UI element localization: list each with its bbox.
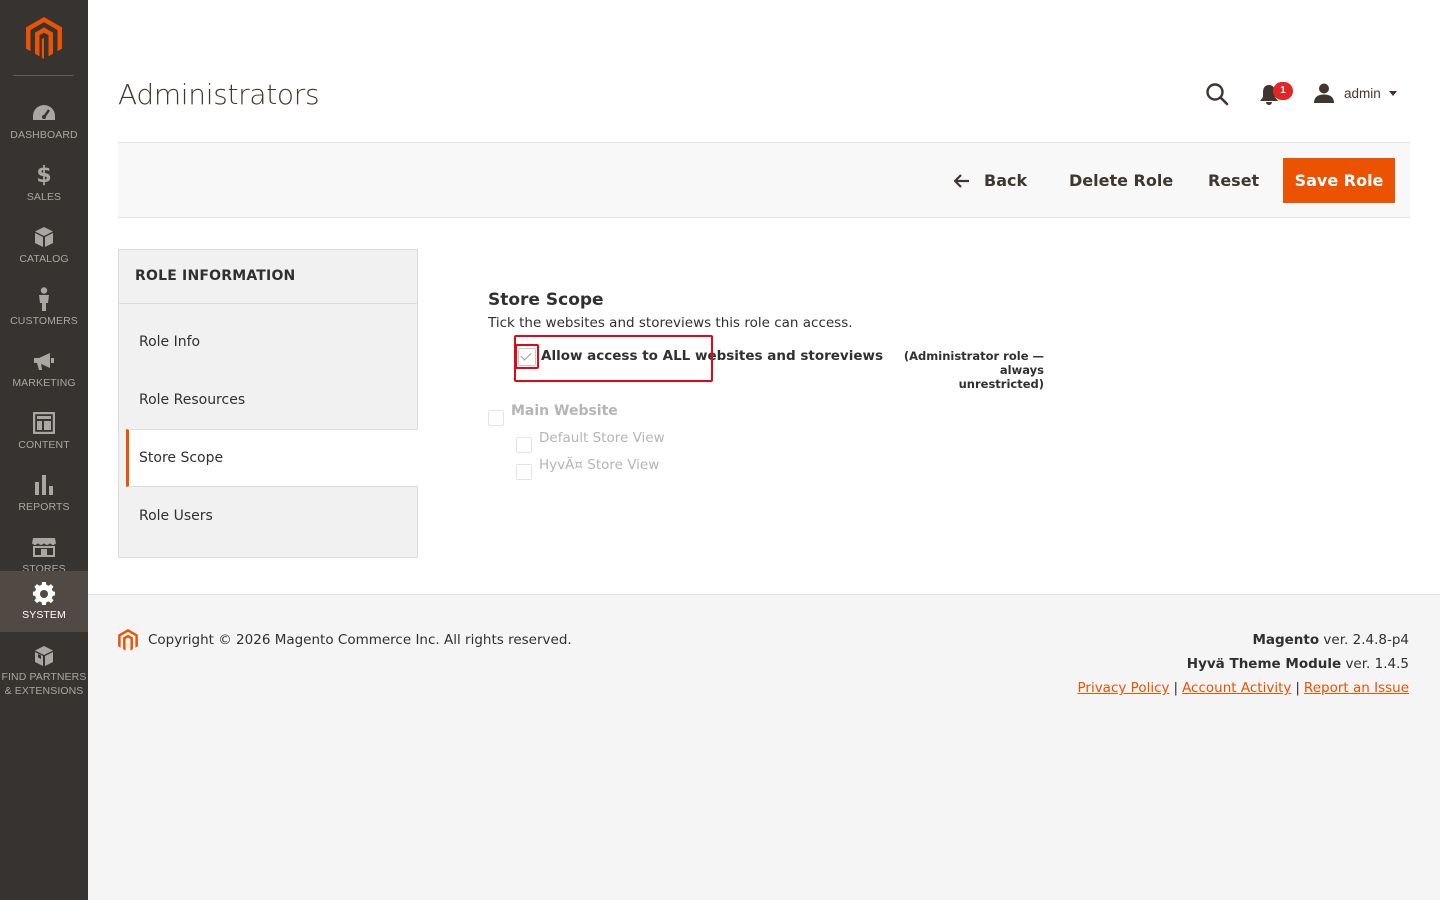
hyva-store-view-checkbox[interactable] xyxy=(516,464,532,480)
dashboard-icon xyxy=(0,100,88,126)
privacy-policy-link[interactable]: Privacy Policy xyxy=(1077,680,1169,696)
sidebar-item-customers[interactable]: CUSTOMERS xyxy=(0,272,88,334)
account-activity-link[interactable]: Account Activity xyxy=(1182,680,1291,696)
magento-version: Magento ver. 2.4.8-p4 xyxy=(1252,632,1409,648)
arrow-left-icon xyxy=(954,173,969,188)
sidebar-item-label: MARKETING xyxy=(12,377,76,389)
footer-magento-logo-icon xyxy=(118,629,138,657)
layout-icon xyxy=(0,410,88,436)
default-store-view-checkbox[interactable] xyxy=(516,437,532,453)
report-issue-link[interactable]: Report an Issue xyxy=(1304,680,1409,696)
magento-logo-icon xyxy=(26,17,62,59)
tab-role-resources[interactable]: Role Resources xyxy=(119,371,417,429)
page-actions-bar: Back Delete Role Reset Save Role xyxy=(118,142,1410,218)
admin-sidebar: DASHBOARD $ SALES CATALOG CUSTOMERS MARK… xyxy=(0,0,88,900)
sidebar-item-reports[interactable]: REPORTS xyxy=(0,458,88,520)
magento-logo[interactable] xyxy=(0,0,88,76)
sidebar-item-label: DASHBOARD xyxy=(10,129,78,141)
reset-button[interactable]: Reset xyxy=(1208,158,1259,203)
search-icon xyxy=(1206,83,1229,106)
tab-role-users[interactable]: Role Users xyxy=(119,487,417,545)
global-search-button[interactable] xyxy=(1205,82,1229,106)
main-website-label: Main Website xyxy=(511,403,618,419)
sidebar-item-catalog[interactable]: CATALOG xyxy=(0,210,88,272)
boxes-icon xyxy=(0,644,88,670)
tabs-title: ROLE INFORMATION xyxy=(135,268,296,284)
user-icon xyxy=(1314,83,1334,103)
page-title: Administrators xyxy=(118,78,320,111)
all-websites-checkbox[interactable] xyxy=(518,348,536,366)
store-scope-title: Store Scope xyxy=(488,290,604,310)
footer-copyright: Copyright © 2026 Magento Commerce Inc. A… xyxy=(148,632,572,648)
store-scope-description: Tick the websites and storeviews this ro… xyxy=(488,315,853,331)
storefront-icon xyxy=(0,534,88,560)
person-icon xyxy=(0,286,88,312)
hyva-version: Hyvä Theme Module ver. 1.4.5 xyxy=(1186,656,1409,672)
back-button[interactable]: Back xyxy=(954,158,1027,203)
delete-role-button[interactable]: Delete Role xyxy=(1069,158,1173,203)
box-icon xyxy=(0,224,88,250)
admin-user-menu[interactable]: admin xyxy=(1314,82,1397,104)
dollar-icon: $ xyxy=(36,162,52,188)
sidebar-divider xyxy=(13,75,74,76)
sidebar-item-find-partners[interactable]: FIND PARTNERS & EXTENSIONS xyxy=(0,642,88,714)
role-information-tabs: ROLE INFORMATION Role Info Role Resource… xyxy=(118,249,418,558)
admin-username: admin xyxy=(1344,85,1381,101)
sidebar-item-content[interactable]: CONTENT xyxy=(0,396,88,458)
sidebar-item-dashboard[interactable]: DASHBOARD xyxy=(0,86,88,148)
notification-count-badge: 1 xyxy=(1273,82,1293,100)
tab-store-scope[interactable]: Store Scope xyxy=(126,429,418,487)
sidebar-item-sales[interactable]: $ SALES xyxy=(0,148,88,210)
sidebar-item-label: SYSTEM xyxy=(22,609,66,621)
administrator-role-note: (Administrator role — always unrestricte… xyxy=(903,349,1044,391)
sidebar-item-label: FIND PARTNERS & EXTENSIONS xyxy=(1,671,87,697)
chevron-down-icon xyxy=(1388,90,1397,96)
tab-role-info[interactable]: Role Info xyxy=(119,313,417,371)
main-website-checkbox[interactable] xyxy=(488,410,504,426)
save-role-button[interactable]: Save Role xyxy=(1283,158,1395,203)
all-websites-label[interactable]: Allow access to ALL websites and storevi… xyxy=(541,348,883,364)
gear-icon xyxy=(0,581,88,607)
sidebar-item-label: CONTENT xyxy=(18,439,70,451)
hyva-store-view-label: HyvÃ¤ Store View xyxy=(539,457,660,473)
default-store-view-label: Default Store View xyxy=(539,430,665,446)
sidebar-item-label: CATALOG xyxy=(19,253,69,265)
tabs-divider xyxy=(119,303,417,304)
sidebar-item-label: SALES xyxy=(26,191,62,203)
sidebar-item-label: CUSTOMERS xyxy=(10,315,78,327)
sidebar-item-marketing[interactable]: MARKETING xyxy=(0,334,88,396)
megaphone-icon xyxy=(0,348,88,374)
footer-links: Privacy Policy | Account Activity | Report a… xyxy=(1077,680,1409,696)
sidebar-item-system[interactable]: SYSTEM xyxy=(0,571,88,632)
sidebar-item-label: REPORTS xyxy=(18,501,70,513)
bar-chart-icon xyxy=(0,472,88,498)
